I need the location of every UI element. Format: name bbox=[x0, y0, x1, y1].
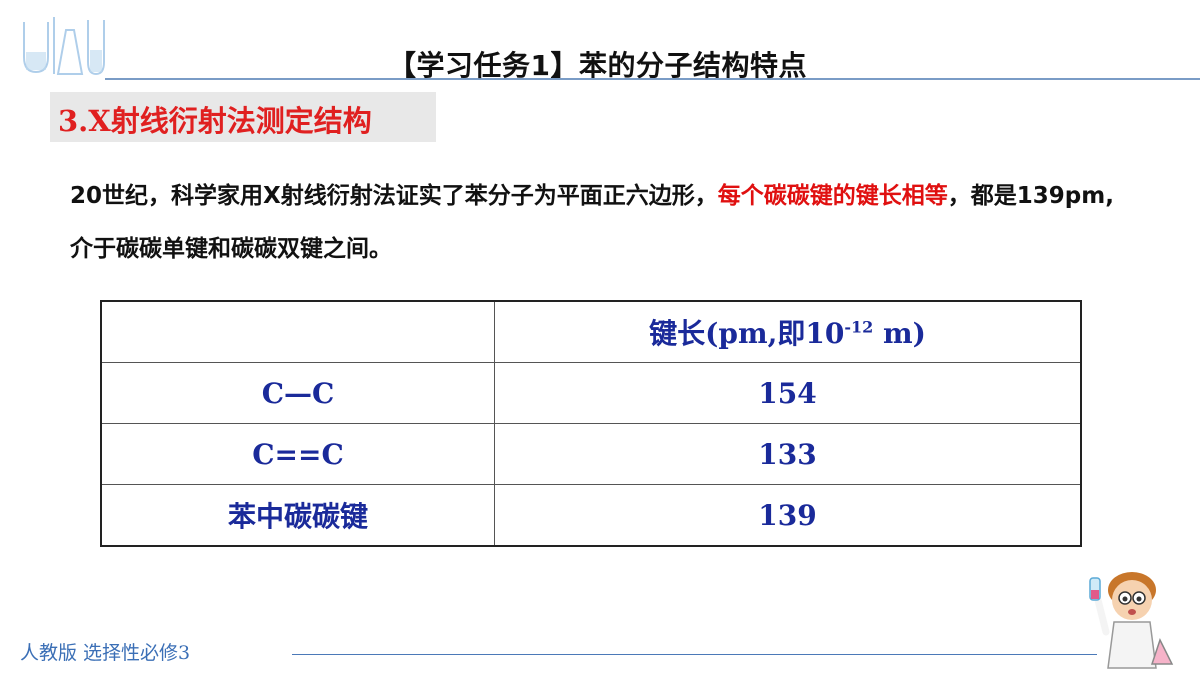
row-label: C==C bbox=[100, 423, 495, 485]
table-header-empty bbox=[100, 300, 495, 363]
table-header-bond-length: 键长(pm,即10-12 m) bbox=[494, 300, 1082, 363]
footer-label: 人教版 选择性必修3 bbox=[20, 642, 191, 664]
table-header-row: 键长(pm,即10-12 m) bbox=[100, 300, 1082, 363]
paragraph-highlight: 每个碳碳键的键长相等 bbox=[717, 183, 948, 209]
table-row: C==C 133 bbox=[100, 423, 1082, 485]
scientist-kid-icon bbox=[1089, 572, 1174, 669]
lab-glassware-icon bbox=[23, 17, 105, 76]
row-value: 154 bbox=[494, 362, 1082, 424]
intro-paragraph: 20世纪，科学家用X射线衍射法证实了苯分子为平面正六边形，每个碳碳键的键长相等，… bbox=[70, 170, 1130, 276]
row-label: 苯中碳碳键 bbox=[100, 484, 495, 547]
row-label: C—C bbox=[100, 362, 495, 424]
row-value: 133 bbox=[494, 423, 1082, 485]
section-label: 3.X射线衍射法测定结构 bbox=[58, 104, 372, 138]
page-title: 【学习任务1】苯的分子结构特点 bbox=[388, 49, 807, 82]
header-exponent: -12 bbox=[844, 317, 874, 337]
footer-divider bbox=[292, 654, 1097, 655]
header-unit: m) bbox=[873, 317, 926, 350]
table-row: 苯中碳碳键 139 bbox=[100, 484, 1082, 547]
bond-length-table: 键长(pm,即10-12 m) C—C 154 C==C 133 苯中碳碳键 1… bbox=[100, 300, 1082, 547]
table-row: C—C 154 bbox=[100, 362, 1082, 424]
header-label: 键长(pm,即10 bbox=[649, 317, 845, 350]
paragraph-text-1: 20世纪，科学家用X射线衍射法证实了苯分子为平面正六边形， bbox=[70, 183, 718, 209]
row-value: 139 bbox=[494, 484, 1082, 547]
